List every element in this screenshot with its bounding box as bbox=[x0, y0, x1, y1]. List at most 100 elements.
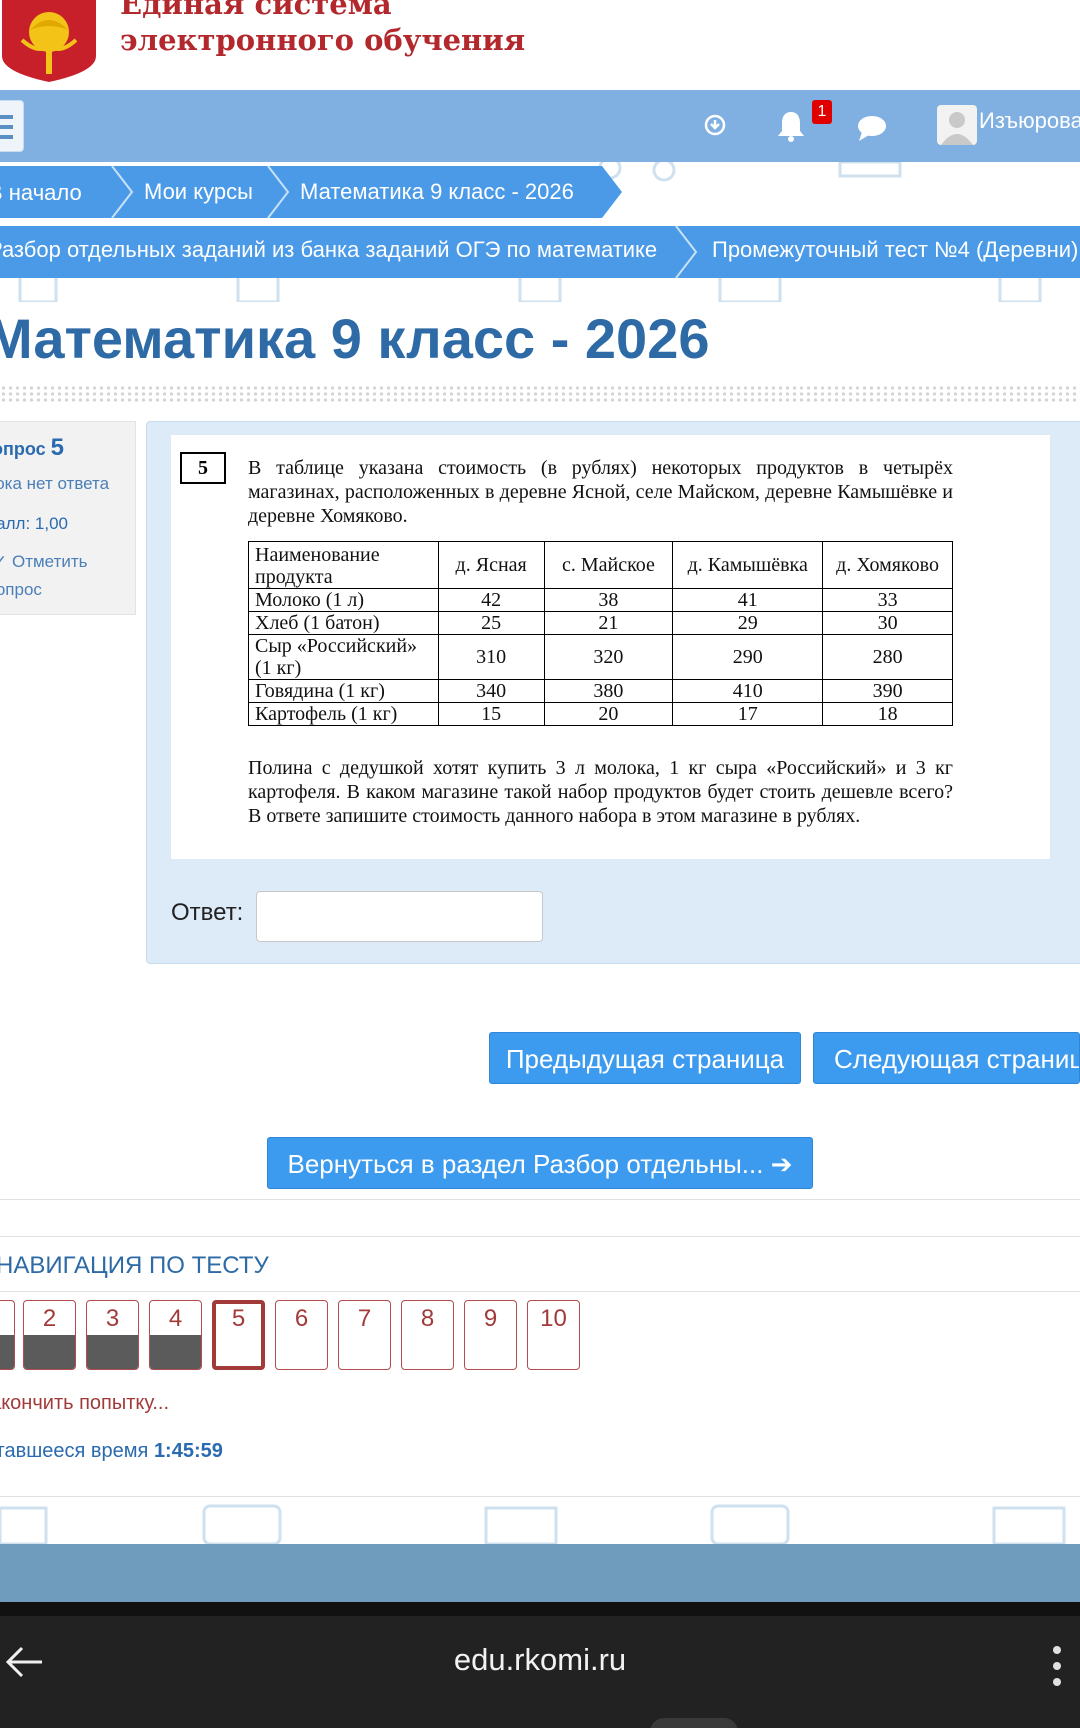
table-cell: 340 bbox=[437, 679, 545, 703]
user-avatar[interactable] bbox=[937, 105, 977, 145]
notification-badge: 1 bbox=[812, 100, 832, 124]
table-row: Сыр «Российский» (1 кг) 310 320 290 280 bbox=[248, 634, 953, 680]
quiz-nav-number: 1 bbox=[0, 1305, 14, 1333]
table-cell: 390 bbox=[822, 679, 953, 703]
more-options-icon[interactable] bbox=[1050, 1644, 1064, 1688]
table-header: Наименование продукта bbox=[248, 541, 439, 589]
quiz-nav-number: 3 bbox=[105, 1305, 120, 1332]
flag-question-link-line2[interactable]: вопрос bbox=[0, 580, 42, 600]
table-cell: 15 bbox=[437, 702, 545, 726]
table-header: с. Майское bbox=[543, 541, 674, 589]
table-cell: 310 bbox=[437, 634, 545, 680]
table-cell: Хлеб (1 батон) bbox=[248, 611, 439, 635]
quiz-nav-number: 7 bbox=[357, 1305, 372, 1332]
table-cell: 17 bbox=[672, 702, 824, 726]
divider bbox=[0, 385, 1080, 403]
table-cell: 280 bbox=[822, 634, 953, 680]
question-number: 5 bbox=[50, 434, 65, 461]
time-left: Оставшееся время 1:45:59 bbox=[0, 1440, 223, 1463]
question-text: В таблице указана стоимость (в рублях) н… bbox=[248, 457, 953, 527]
background-pattern bbox=[0, 1504, 1066, 1544]
breadcrumb-test[interactable]: Промежуточный тест №4 (Деревни) bbox=[712, 224, 1078, 276]
page-footer-band bbox=[0, 1544, 1080, 1602]
next-page-button[interactable]: Следующая страница bbox=[813, 1032, 1080, 1084]
top-navbar bbox=[0, 90, 1080, 162]
table-row: Говядина (1 кг) 340 380 410 390 bbox=[248, 679, 953, 703]
url-text[interactable]: edu.rkomi.ru bbox=[0, 1642, 1080, 1678]
quiz-nav-question-9[interactable]: 9 bbox=[464, 1300, 517, 1370]
quiz-nav-number: 4 bbox=[168, 1305, 183, 1332]
quiz-nav-number: 9 bbox=[483, 1305, 498, 1332]
divider bbox=[0, 1236, 1080, 1237]
table-cell: 33 bbox=[822, 588, 953, 612]
site-name-line1: Единая система bbox=[120, 0, 392, 21]
menu-toggle-button[interactable] bbox=[0, 100, 24, 152]
time-left-value: 1:45:59 bbox=[153, 1440, 223, 1462]
question-number-label: Вопрос 5 bbox=[0, 434, 64, 462]
chat-icon[interactable] bbox=[856, 114, 888, 142]
table-cell: Сыр «Российский» (1 кг) bbox=[248, 634, 439, 680]
table-header: д. Ясная bbox=[437, 541, 545, 589]
question-points: Балл: 1,00 bbox=[0, 514, 68, 533]
coat-of-arms-logo bbox=[2, 0, 96, 82]
table-cell: 290 bbox=[672, 634, 824, 680]
table-cell: 410 bbox=[672, 679, 824, 703]
return-to-section-button[interactable]: Вернуться в раздел Разбор отдельны... ➔ bbox=[267, 1137, 813, 1189]
answer-label: Ответ: bbox=[171, 899, 244, 926]
answered-indicator bbox=[87, 1335, 138, 1369]
table-cell: 380 bbox=[543, 679, 674, 703]
table-cell: 41 bbox=[672, 588, 824, 612]
task-number-box: 5 bbox=[180, 452, 226, 484]
quiz-nav-question-2[interactable]: 2 bbox=[23, 1300, 76, 1370]
user-name[interactable]: Изъюрова bbox=[979, 108, 1080, 134]
site-name-line2: электронного обучения bbox=[120, 23, 526, 57]
quiz-nav-question-10[interactable]: 10 bbox=[527, 1300, 580, 1370]
flag-label: Отметить bbox=[11, 552, 88, 571]
table-cell: 30 bbox=[822, 611, 953, 635]
bell-icon[interactable] bbox=[776, 110, 806, 142]
flag-question-link[interactable]: ✓ Отметить bbox=[0, 552, 88, 572]
finish-attempt-link[interactable]: Закончить попытку... bbox=[0, 1392, 169, 1415]
table-cell: 29 bbox=[672, 611, 824, 635]
question-label: Вопрос bbox=[0, 439, 46, 459]
table-header: д. Хомяково bbox=[822, 541, 953, 589]
divider bbox=[0, 1496, 1080, 1497]
table-cell: Молоко (1 л) bbox=[248, 588, 439, 612]
site-header: Единая система электронного обучения bbox=[0, 0, 1080, 90]
previous-page-button[interactable]: Предыдущая страница bbox=[489, 1032, 801, 1084]
breadcrumb-section[interactable]: Разбор отдельных заданий из банка задани… bbox=[0, 224, 657, 276]
answered-indicator bbox=[0, 1335, 14, 1369]
quiz-nav-question-6[interactable]: 6 bbox=[275, 1300, 328, 1370]
divider bbox=[0, 1291, 1080, 1292]
table-row: Хлеб (1 батон) 25 21 29 30 bbox=[248, 611, 953, 635]
quiz-nav-question-1[interactable]: 1 bbox=[0, 1300, 15, 1370]
page-title: Математика 9 класс - 2026 bbox=[0, 307, 710, 370]
question-info-block: Вопрос 5 Пока нет ответа Балл: 1,00 ✓ От… bbox=[0, 421, 136, 615]
divider bbox=[0, 1199, 1080, 1200]
table-cell: 20 bbox=[543, 702, 674, 726]
answer-input[interactable] bbox=[256, 891, 543, 942]
divider bbox=[0, 1602, 1080, 1616]
breadcrumb-course[interactable]: Математика 9 класс - 2026 bbox=[300, 166, 574, 218]
quiz-nav-number: 6 bbox=[294, 1305, 309, 1332]
breadcrumb-home[interactable]: В начало bbox=[0, 167, 82, 219]
quiz-nav-question-8[interactable]: 8 bbox=[401, 1300, 454, 1370]
quiz-nav-question-4[interactable]: 4 bbox=[149, 1300, 202, 1370]
flag-icon: ✓ bbox=[0, 552, 8, 571]
quiz-nav-number: 8 bbox=[420, 1305, 435, 1332]
quiz-nav-question-3[interactable]: 3 bbox=[86, 1300, 139, 1370]
quiz-nav-question-5[interactable]: 5 bbox=[212, 1300, 265, 1370]
download-icon[interactable] bbox=[704, 114, 726, 136]
site-name[interactable]: Единая система электронного обучения bbox=[120, 0, 525, 58]
breadcrumb-my-courses[interactable]: Мои курсы bbox=[144, 166, 253, 218]
prices-table: Наименование продукта д. Ясная с. Майско… bbox=[248, 541, 953, 726]
table-cell: 320 bbox=[543, 634, 674, 680]
quiz-navigation-heading: НАВИГАЦИЯ ПО ТЕСТУ bbox=[0, 1252, 269, 1279]
quiz-nav-question-7[interactable]: 7 bbox=[338, 1300, 391, 1370]
quiz-nav-number: 5 bbox=[231, 1305, 246, 1332]
question-task-text: Полина с дедушкой хотят купить 3 л молок… bbox=[248, 757, 953, 827]
gesture-bar bbox=[650, 1718, 738, 1728]
table-row: Молоко (1 л) 42 38 41 33 bbox=[248, 588, 953, 612]
answered-indicator bbox=[150, 1335, 201, 1369]
table-cell: 21 bbox=[543, 611, 674, 635]
